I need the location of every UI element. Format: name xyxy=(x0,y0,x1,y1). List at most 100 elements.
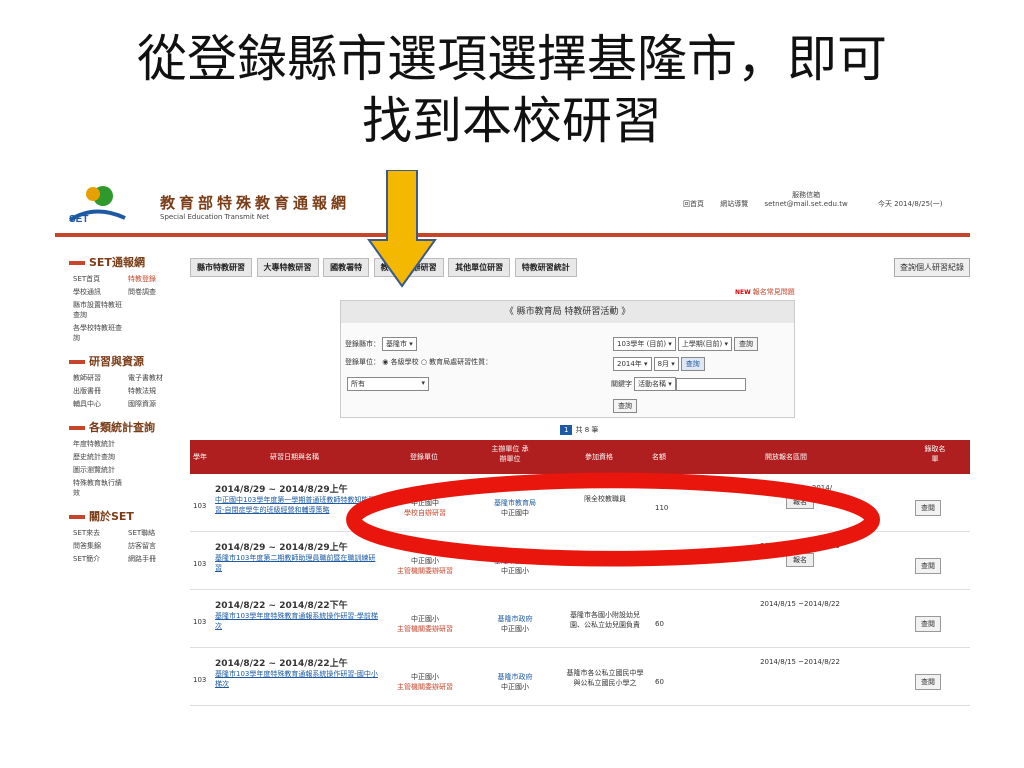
sidebar-link[interactable]: 特教法規 xyxy=(128,386,181,396)
row-qualification: 基隆市各公私立國民中學與公私立國民小學之 xyxy=(566,669,644,687)
sidebar-link[interactable] xyxy=(128,323,181,343)
row-unit: 中正國小 主管機關委辦研習 xyxy=(397,673,453,691)
county-select[interactable]: 基隆市 ▾ xyxy=(382,337,417,351)
row-date: 2014/8/22 ~ 2014/8/22上午 xyxy=(215,659,348,669)
registration-faq-link[interactable]: NEW 報名常見問題 xyxy=(735,287,795,297)
keyword-field-select[interactable]: 活動名稱 ▾ xyxy=(634,377,676,391)
row-year: 103 xyxy=(193,676,207,684)
query-row: 查詢 xyxy=(611,399,637,413)
col-year: 學年 xyxy=(193,453,207,461)
home-link[interactable]: 回首頁 xyxy=(683,199,704,209)
tab-county[interactable]: 縣市特教研習 xyxy=(190,258,252,277)
year-select[interactable]: 2014年 ▾ xyxy=(613,357,652,371)
row-qualification: 基隆市各國小附設幼兒園、公私立幼兒園負責 xyxy=(570,611,640,629)
row-title: 2014/8/22 ~ 2014/8/22下午 基隆市103學年度特殊教育通報系統… xyxy=(215,598,380,631)
sitemap-link[interactable]: 網站導覽 xyxy=(720,199,748,209)
page-current[interactable]: 1 xyxy=(560,425,573,435)
today-date: 今天 2014/8/25(一) xyxy=(877,200,943,208)
tab-statistics[interactable]: 特教研習統計 xyxy=(514,258,577,277)
sidebar-link[interactable]: SET簡介 xyxy=(73,554,126,564)
new-badge: NEW xyxy=(735,289,751,296)
tab-other[interactable]: 其他單位研習 xyxy=(448,258,511,277)
sidebar-link[interactable]: 問答集錦 xyxy=(73,541,126,551)
radio-bureau-icon[interactable]: ○ xyxy=(421,358,427,366)
view-button[interactable]: 查閱 xyxy=(915,674,941,690)
header-divider xyxy=(55,233,970,237)
sidebar-link[interactable]: 特教登錄 xyxy=(128,274,181,284)
term-select[interactable]: 上學期(目前) ▾ xyxy=(677,337,733,351)
sidebar-link[interactable]: 問卷調查 xyxy=(128,287,181,297)
sidebar-links: 年度特教統計 歷史統計查詢 圖示瀏覽統計特殊教育執行績效 xyxy=(69,435,181,504)
month-select[interactable]: 8月 ▾ xyxy=(653,357,679,371)
sidebar-link[interactable]: 輔具中心 xyxy=(73,399,126,409)
sidebar-link[interactable]: 各學校特教班查詢 xyxy=(73,323,126,343)
sidebar-link[interactable] xyxy=(128,465,181,475)
sidebar-link[interactable]: 學校通訊 xyxy=(73,287,126,297)
sidebar-heading: 各類統計查詢 xyxy=(69,419,181,435)
search-panel: 《 縣市教育局 特教研習活動 》 登錄縣市： 基隆市 ▾ 登錄單位： ◉ 各級學校… xyxy=(340,300,795,418)
sidebar-link[interactable] xyxy=(128,300,181,320)
pager: 1共 8 筆 xyxy=(560,425,598,435)
sidebar-link[interactable]: 電子書教材 xyxy=(128,373,181,383)
red-ellipse-annotation xyxy=(346,472,880,567)
svg-text:SET: SET xyxy=(69,214,88,224)
sidebar-heading: SET通報網 xyxy=(69,254,181,270)
tab-k12[interactable]: 國教署特 xyxy=(323,258,370,277)
county-row: 登錄縣市： 基隆市 ▾ xyxy=(345,337,417,351)
row-count: 60 xyxy=(655,620,664,628)
personal-record-button[interactable]: 查詢個人研習紀錄 xyxy=(894,258,970,277)
sidebar-link[interactable]: 年度特教統計 xyxy=(73,439,126,449)
sidebar-link[interactable]: 國際資源 xyxy=(128,399,181,409)
sidebar-link[interactable]: 訪客留言 xyxy=(128,541,181,551)
panel-title: 《 縣市教育局 特教研習活動 》 xyxy=(341,301,794,323)
sidebar-links: SET來去 SET聯絡 問答集錦 訪客留言 SET簡介 網路手冊 xyxy=(69,524,181,570)
sidebar-links: 教師研習 電子書教材 出版書冊 特教法規 輔具中心 國際資源 xyxy=(69,369,181,415)
sidebar-link[interactable]: 縣市設置特教班查詢 xyxy=(73,300,126,320)
sidebar-link[interactable]: SET來去 xyxy=(73,528,126,538)
query-button-1[interactable]: 查詢 xyxy=(734,337,759,351)
sidebar-link[interactable]: 教師研習 xyxy=(73,373,126,383)
sidebar-link[interactable]: SET首頁 xyxy=(73,274,126,284)
unit-row: 登錄單位： ◉ 各級學校 ○ 教育局處研習性質： xyxy=(345,358,493,366)
keyword-input[interactable] xyxy=(675,377,746,391)
down-arrow-annotation xyxy=(367,170,437,288)
school-year-select[interactable]: 103學年 (目前) ▾ xyxy=(613,337,676,351)
query-button-2[interactable]: 查詢 xyxy=(680,357,705,371)
col-org: 主辦單位 承辦單位 xyxy=(491,445,529,463)
slide-title-line1: 從登錄縣市選項選擇基隆市，即可 xyxy=(137,30,887,88)
radio-school-icon[interactable]: ◉ xyxy=(382,358,388,366)
all-row: 所有 ▾ xyxy=(345,377,429,391)
table-row: 103 2014/8/22 ~ 2014/8/22上午 基隆市103學年度特殊教育通… xyxy=(190,648,970,706)
row-unit: 中正國小 主管機關委辦研習 xyxy=(397,615,453,633)
slide-title-line2: 找到本校研習 xyxy=(362,92,662,150)
query-button-3[interactable]: 查詢 xyxy=(613,399,637,413)
set-logo: SET xyxy=(68,186,126,224)
month-row: 2014年 ▾ 8月 ▾ 查詢 xyxy=(611,357,705,371)
row-title-link[interactable]: 基隆市103學年度特殊教育通報系統操作研習-學前梯次 xyxy=(215,612,378,630)
sidebar-heading: 關於SET xyxy=(69,508,181,524)
sidebar-link[interactable] xyxy=(128,478,181,498)
sidebar: SET通報網 SET首頁 特教登錄 學校通訊 問卷調查 縣市設置特教班查詢 各學校特教班查詢… xyxy=(69,250,181,580)
col-qual: 參加資格 xyxy=(585,453,613,461)
col-period: 開放報名區間 xyxy=(765,453,807,461)
slide-title: 從登錄縣市選項選擇基隆市，即可 找到本校研習 xyxy=(0,28,1024,152)
col-unit: 登錄單位 xyxy=(410,453,438,461)
sidebar-link[interactable]: SET聯絡 xyxy=(128,528,181,538)
view-button[interactable]: 查閱 xyxy=(915,616,941,632)
row-title-link[interactable]: 基隆市103學年度特殊教育通報系統操作研習-國中小梯次 xyxy=(215,670,378,688)
row-year: 103 xyxy=(193,618,207,626)
row-period: 2014/8/15 ~2014/8/22 xyxy=(760,658,840,666)
sidebar-link[interactable]: 圖示瀏覽統計 xyxy=(73,465,126,475)
site-brand[interactable]: 教育部特殊教育通報網 xyxy=(160,192,350,213)
tab-college[interactable]: 大專特教研習 xyxy=(256,258,319,277)
sidebar-link[interactable] xyxy=(128,439,181,449)
sidebar-heading: 研習與資源 xyxy=(69,353,181,369)
sidebar-link[interactable]: 出版書冊 xyxy=(73,386,126,396)
sidebar-link[interactable] xyxy=(128,452,181,462)
service-mailbox-link[interactable]: 服務信箱 setnet@mail.set.edu.tw xyxy=(764,190,861,208)
table-row: 103 2014/8/22 ~ 2014/8/22下午 基隆市103學年度特殊教育通… xyxy=(190,590,970,648)
sidebar-link[interactable]: 特殊教育執行績效 xyxy=(73,478,126,498)
category-select[interactable]: 所有 ▾ xyxy=(347,377,429,391)
sidebar-link[interactable]: 歷史統計查詢 xyxy=(73,452,126,462)
sidebar-link[interactable]: 網路手冊 xyxy=(128,554,181,564)
